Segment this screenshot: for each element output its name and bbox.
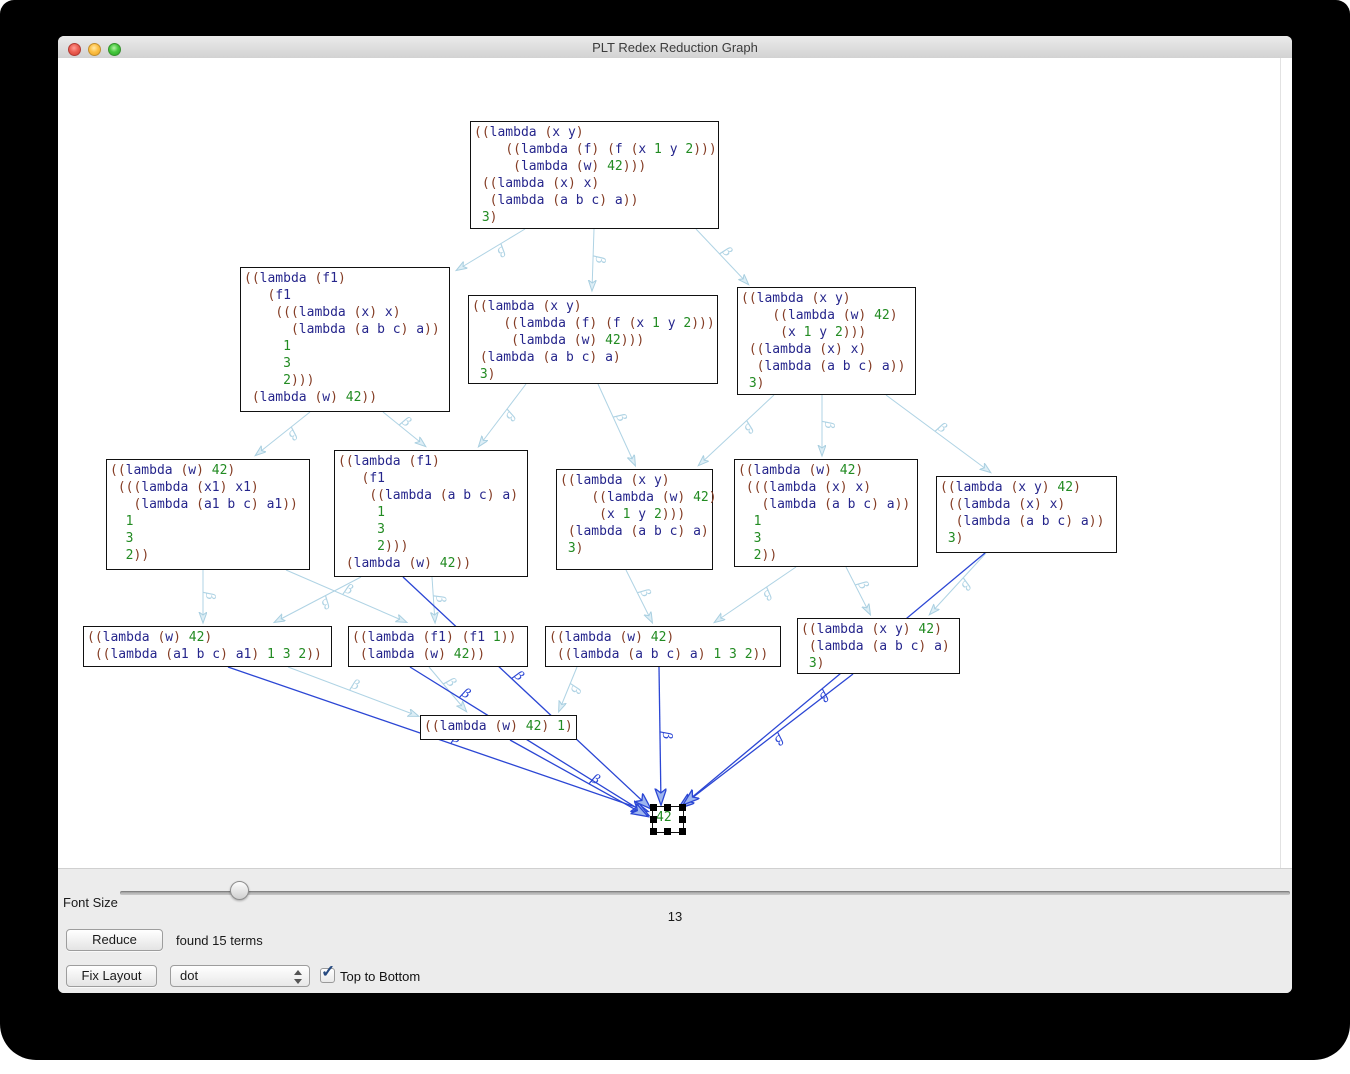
edge-beta-label: β <box>432 594 448 603</box>
reduction-edge-n3-n6 <box>479 384 526 446</box>
edge-beta-label: β <box>458 685 473 702</box>
graph-node-n6[interactable]: ((lambda (f1) (f1 ((lambda (a b c) a) 1 … <box>334 450 528 577</box>
edge-beta-label: β <box>854 578 871 592</box>
edge-beta-label: β <box>348 677 361 694</box>
window-title: PLT Redex Reduction Graph <box>58 40 1292 55</box>
edge-beta-label: β <box>816 687 832 704</box>
selection-handle[interactable] <box>664 828 671 835</box>
selection-handle[interactable] <box>679 828 686 835</box>
canvas-right-gutter <box>1280 58 1292 868</box>
edge-beta-label: β <box>494 242 509 259</box>
selection-handle[interactable] <box>679 816 686 823</box>
control-panel: Font Size 13 Reduce found 15 terms Fix L… <box>58 868 1292 993</box>
edge-beta-label: β <box>718 243 735 259</box>
edge-beta-label: β <box>958 576 975 592</box>
edge-beta-label: β <box>659 731 674 740</box>
graph-node-n14[interactable]: ((lambda (w) 42) 1) <box>420 715 577 740</box>
font-size-label: Font Size <box>63 895 118 910</box>
reduction-edge-n1-n2 <box>457 229 525 270</box>
edge-beta-label: β <box>398 413 414 430</box>
reduction-edge-n11-n15 <box>410 667 648 815</box>
edge-beta-label: β <box>771 731 787 748</box>
edge-beta-label: β <box>741 419 757 436</box>
reduction-edge-n2-n5 <box>256 412 310 455</box>
selection-handle[interactable] <box>650 828 657 835</box>
font-size-value: 13 <box>58 909 1292 924</box>
graph-node-n1[interactable]: ((lambda (x y) ((lambda (f) (f (x 1 y 2)… <box>470 121 719 229</box>
terms-found-status: found 15 terms <box>176 933 263 948</box>
reduce-button[interactable]: Reduce <box>66 929 163 951</box>
graph-node-n12[interactable]: ((lambda (w) 42) ((lambda (a b c) a) 1 3… <box>545 626 781 667</box>
selection-handle[interactable] <box>650 804 657 811</box>
plt-redex-window: PLT Redex Reduction Graph β β β β β β β β β β β β β β… <box>58 36 1292 993</box>
graph-node-n9[interactable]: ((lambda (x y) 42) ((lambda (x) x) (lamb… <box>936 476 1117 553</box>
graph-node-n5[interactable]: ((lambda (w) 42) (((lambda (x1) x1) (lam… <box>106 459 310 570</box>
edge-beta-label: β <box>502 408 519 424</box>
edge-beta-label: β <box>934 419 950 436</box>
layout-algorithm-select[interactable]: dot <box>170 965 310 987</box>
font-size-slider-thumb[interactable] <box>230 881 249 900</box>
select-stepper-icon <box>293 969 303 985</box>
reduction-edge-n3-n7 <box>598 384 635 465</box>
reduction-edge-n9-n15 <box>684 553 985 804</box>
selection-handle[interactable] <box>679 804 686 811</box>
font-size-slider-track[interactable] <box>120 891 1290 895</box>
edge-beta-label: β <box>592 255 607 264</box>
edge-beta-label: β <box>510 667 526 684</box>
selection-handle[interactable] <box>664 804 671 811</box>
title-bar[interactable]: PLT Redex Reduction Graph <box>58 36 1292 59</box>
reduction-edge-n8-n12 <box>715 567 796 622</box>
edge-beta-label: β <box>202 591 217 600</box>
edge-beta-label: β <box>319 594 333 611</box>
fix-layout-button[interactable]: Fix Layout <box>66 965 157 987</box>
edge-beta-label: β <box>821 420 836 429</box>
reduction-graph-canvas: ββββββββββββββββββββββββββββ ((lambda (x… <box>58 58 1292 868</box>
reduction-edge-n9-n13 <box>930 553 986 614</box>
checkmark-icon: ✓ <box>321 962 335 982</box>
graph-node-n10[interactable]: ((lambda (w) 42) ((lambda (a1 b c) a1) 1… <box>83 626 332 667</box>
graph-node-n7[interactable]: ((lambda (x y) ((lambda (w) 42) (x 1 y 2… <box>556 469 713 570</box>
layout-algorithm-value: dot <box>180 968 198 983</box>
top-to-bottom-checkbox[interactable]: ✓ <box>320 968 335 983</box>
graph-node-n15[interactable]: 42 <box>652 806 684 833</box>
edge-beta-label: β <box>636 585 653 599</box>
edge-beta-label: β <box>285 425 301 442</box>
graph-node-n11[interactable]: ((lambda (f1) (f1 1)) (lambda (w) 42)) <box>348 626 528 667</box>
reduction-edge-n14-n15 <box>510 740 647 816</box>
edge-beta-label: β <box>567 682 584 696</box>
edge-beta-label: β <box>612 410 629 424</box>
graph-node-n2[interactable]: ((lambda (f1) (f1 (((lambda (x) x) (lamb… <box>240 267 450 412</box>
edge-beta-label: β <box>760 586 775 603</box>
top-to-bottom-label: Top to Bottom <box>340 969 420 984</box>
graph-node-n8[interactable]: ((lambda (w) 42) (((lambda (x) x) (lambd… <box>734 459 918 567</box>
edge-beta-label: β <box>341 581 355 598</box>
graph-node-n3[interactable]: ((lambda (x y) ((lambda (f) (f (x 1 y 2)… <box>468 295 718 384</box>
graph-node-n13[interactable]: ((lambda (x y) 42) (lambda (a b c) a) 3) <box>797 618 960 674</box>
graph-node-n4[interactable]: ((lambda (x y) ((lambda (w) 42) (x 1 y 2… <box>737 287 916 395</box>
selection-handle[interactable] <box>650 816 657 823</box>
reduction-edge-n6-n15 <box>403 577 650 808</box>
reduction-edge-n4-n7 <box>699 395 774 465</box>
